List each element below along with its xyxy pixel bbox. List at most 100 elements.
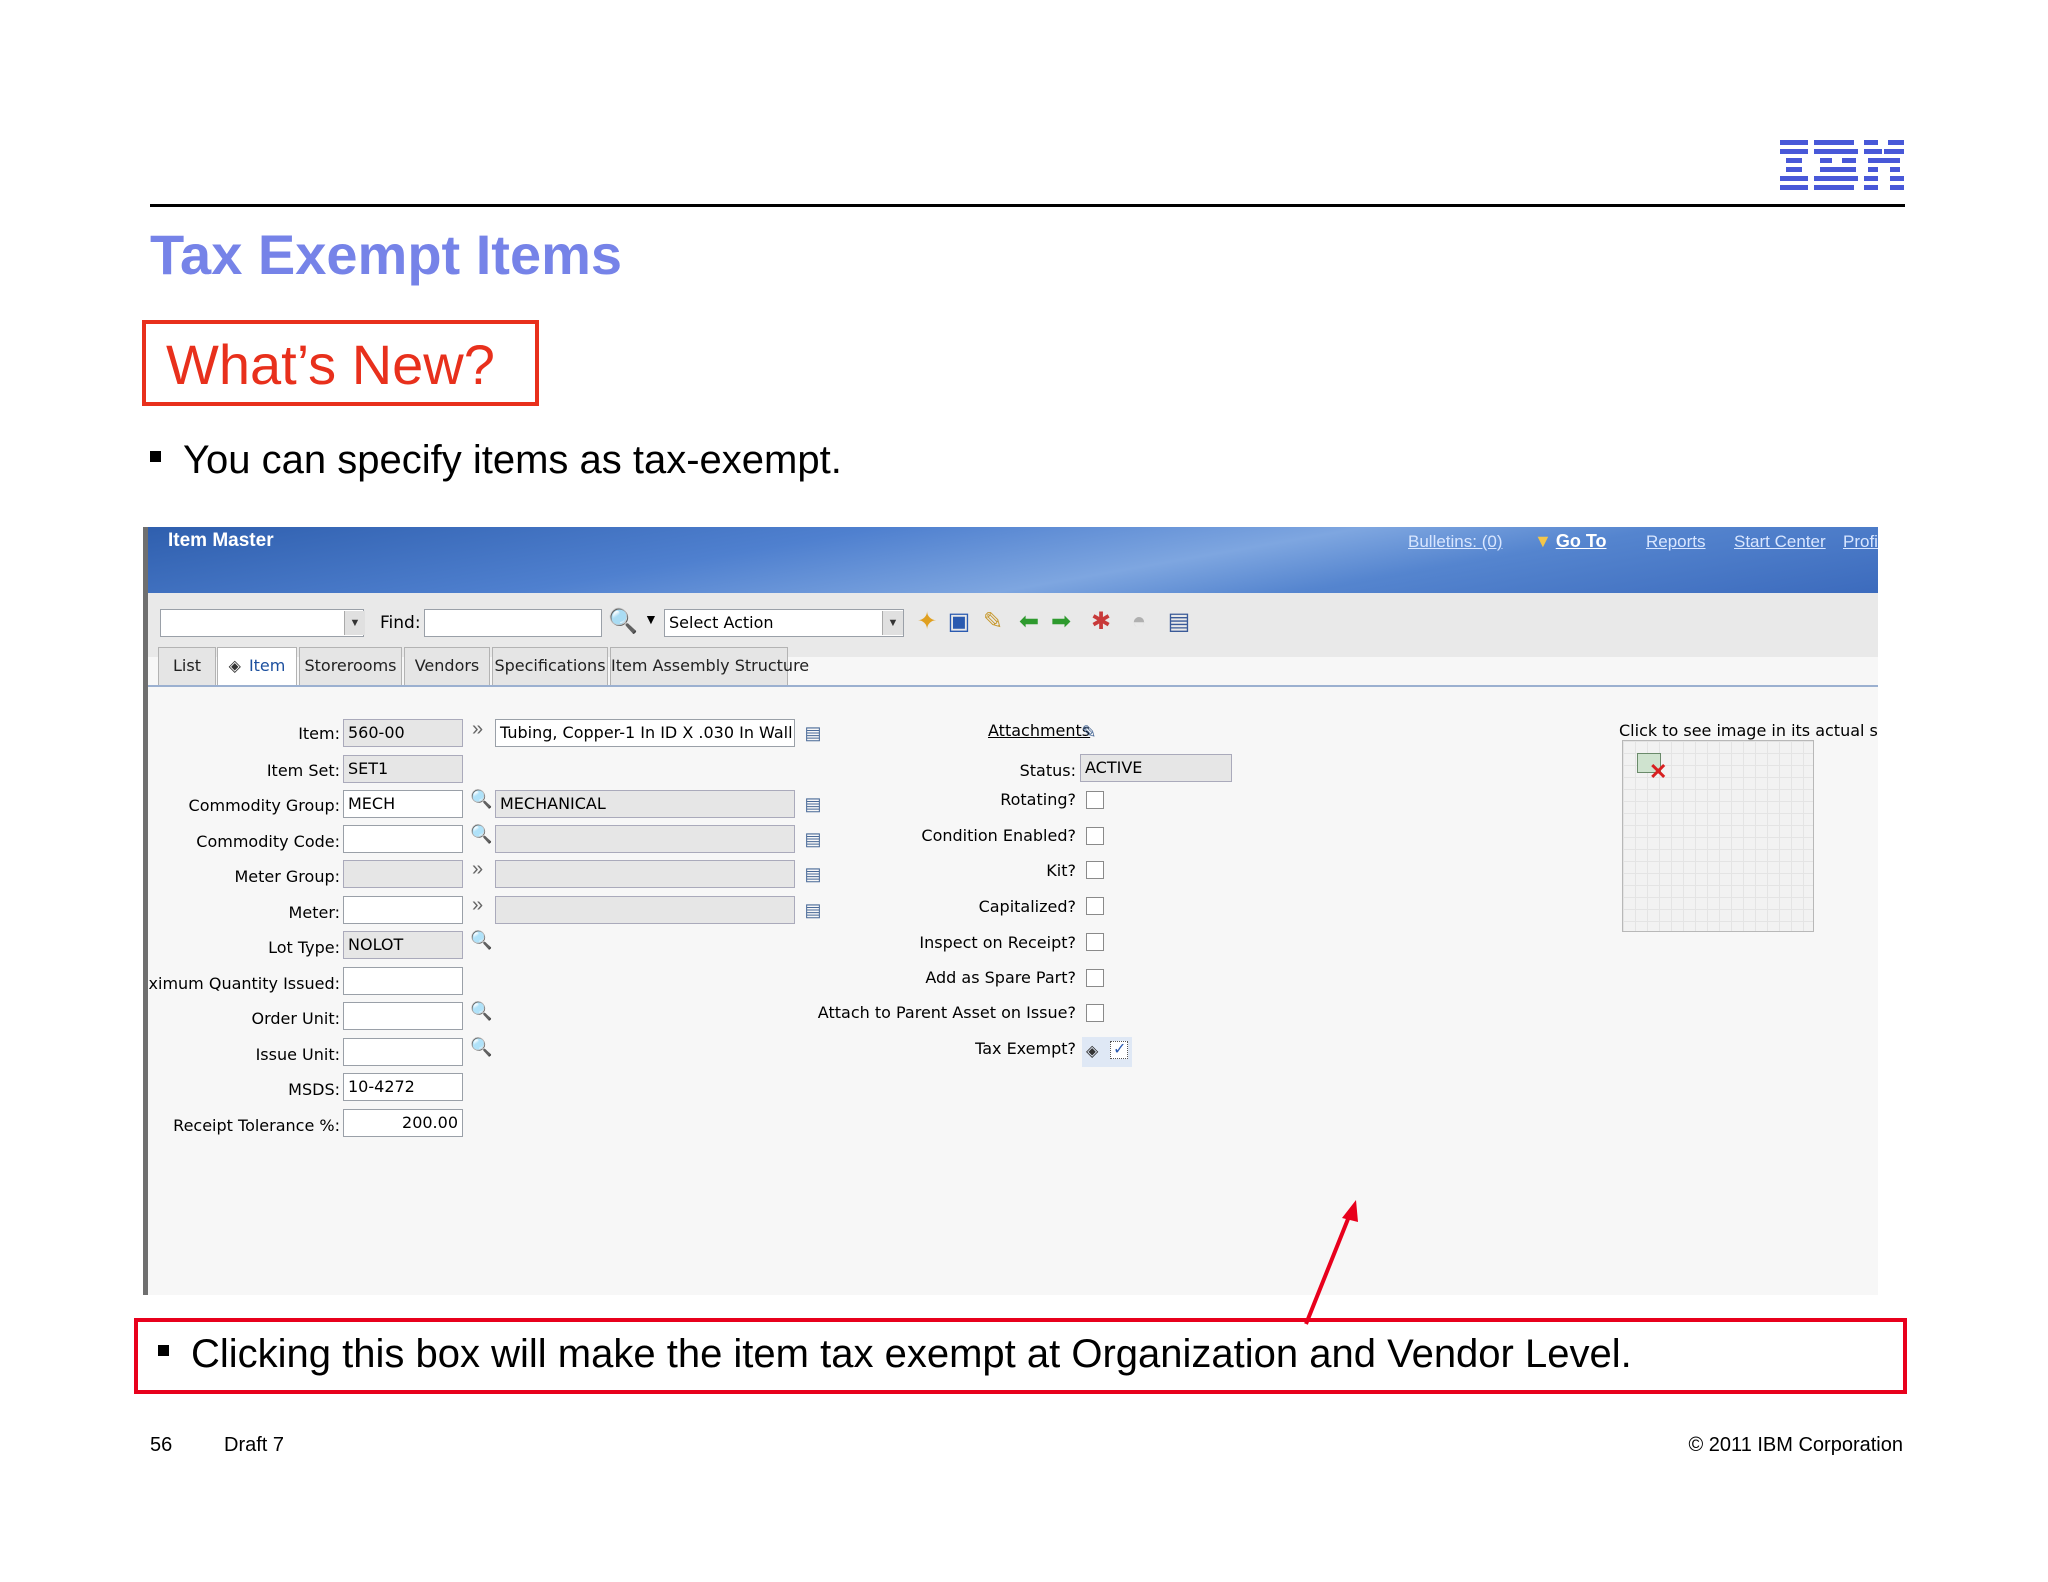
capitalized-checkbox[interactable] [1086, 897, 1104, 915]
tab-specifications[interactable]: Specifications [492, 647, 608, 685]
receipt-tolerance-input[interactable]: 200.00 [343, 1109, 463, 1137]
item-description-input[interactable]: Tubing, Copper-1 In ID X .030 In Wall [495, 719, 795, 747]
find-input[interactable] [424, 609, 602, 637]
detail-menu-icon[interactable]: » [472, 858, 483, 881]
tab-storerooms[interactable]: Storerooms [299, 647, 402, 685]
long-description-icon[interactable]: ▤ [800, 793, 826, 815]
kit-checkbox[interactable] [1086, 861, 1104, 879]
checkmark-icon: ✓ [1113, 1041, 1127, 1058]
chevron-down-icon[interactable]: ▼ [882, 611, 903, 635]
slide-title: Tax Exempt Items [150, 223, 623, 286]
select-action-dropdown[interactable]: Select Action [664, 609, 904, 637]
long-description-icon[interactable]: ▤ [800, 828, 826, 850]
issue-unit-input[interactable] [343, 1038, 463, 1066]
tax-exempt-label: Tax Exempt? [975, 1039, 1076, 1058]
page-number: 56 [150, 1434, 173, 1456]
max-qty-issued-label: Maximum Quantity Issued: [143, 974, 340, 993]
lookup-icon[interactable]: 🔍 [470, 824, 492, 845]
chevron-down-icon: ▼ [1534, 531, 1552, 551]
callout-arrow [1304, 1200, 1358, 1325]
commodity-group-description: MECHANICAL [495, 790, 795, 818]
rotating-checkbox[interactable] [1086, 791, 1104, 809]
condition-enabled-label: Condition Enabled? [921, 826, 1076, 845]
add-as-spare-part-checkbox[interactable] [1086, 969, 1104, 987]
item-label: Item: [298, 724, 340, 743]
bullet-1: You can specify items as tax-exempt. [150, 438, 842, 483]
attachments-link[interactable]: Attachments [988, 721, 1090, 740]
lot-type-label: Lot Type: [268, 938, 340, 957]
kit-label: Kit? [1046, 861, 1076, 880]
search-icon[interactable]: 🔍 [608, 607, 638, 637]
new-record-icon[interactable]: ✦ [912, 607, 942, 637]
next-arrow-icon[interactable]: ➡ [1046, 607, 1076, 637]
route-icon[interactable]: ◓ [1124, 607, 1154, 637]
goto-menu[interactable]: ▼ Go To [1534, 531, 1606, 552]
meter-label: Meter: [288, 903, 340, 922]
item-set-input[interactable]: SET1 [343, 755, 463, 783]
tab-vendors[interactable]: Vendors [404, 647, 490, 685]
attach-to-parent-asset-checkbox[interactable] [1086, 1004, 1104, 1022]
ibm-logo [1780, 140, 1904, 190]
whats-new-box: What’s New? [142, 320, 539, 406]
item-image[interactable]: ✕ [1622, 740, 1814, 932]
inspect-on-receipt-checkbox[interactable] [1086, 933, 1104, 951]
bulletins-link[interactable]: Bulletins: (0) [1408, 532, 1502, 552]
report-icon[interactable]: ▤ [1164, 607, 1194, 637]
tab-list[interactable]: List [158, 647, 216, 685]
detail-menu-icon[interactable]: » [472, 894, 483, 917]
tab-item-assembly-structure[interactable]: Item Assembly Structure [610, 647, 809, 685]
lookup-icon[interactable]: 🔍 [470, 1037, 492, 1058]
lookup-icon[interactable]: 🔍 [470, 789, 492, 810]
tab-item-label: Item [248, 656, 286, 675]
commodity-code-input[interactable] [343, 825, 463, 853]
goto-label: Go To [1555, 531, 1607, 551]
lookup-icon[interactable]: 🔍 [470, 1001, 492, 1022]
msds-label: MSDS: [288, 1080, 340, 1099]
previous-arrow-icon[interactable]: ⬅ [1014, 607, 1044, 637]
tab-item[interactable]: ◈ Item [217, 647, 297, 688]
draft-label: Draft 7 [224, 1434, 285, 1456]
long-description-icon[interactable]: ▤ [800, 722, 826, 744]
item-form: Item: 560-00 » Tubing, Copper-1 In ID X … [148, 687, 1878, 1295]
action-chevron-down-icon[interactable]: ▼ [644, 611, 658, 627]
meter-group-label: Meter Group: [234, 867, 340, 886]
workflow-icon[interactable]: ✱ [1086, 607, 1116, 637]
close-icon: ✕ [1649, 759, 1668, 784]
lookup-icon[interactable]: 🔍 [470, 930, 492, 951]
inspect-on-receipt-label: Inspect on Receipt? [919, 933, 1076, 952]
max-qty-issued-input[interactable] [343, 967, 463, 995]
condition-enabled-checkbox[interactable] [1086, 827, 1104, 845]
rotating-label: Rotating? [1000, 790, 1076, 809]
item-input[interactable]: 560-00 [343, 719, 463, 747]
start-center-link[interactable]: Start Center [1734, 532, 1826, 552]
attach-to-parent-asset-label: Attach to Parent Asset on Issue? [817, 1003, 1076, 1022]
meter-input[interactable] [343, 896, 463, 924]
help-icon: ◈ [228, 656, 241, 675]
msds-input[interactable]: 10-4272 [343, 1073, 463, 1101]
whats-new-heading: What’s New? [166, 333, 495, 396]
order-unit-input[interactable] [343, 1002, 463, 1030]
profile-link[interactable]: Profi [1843, 532, 1878, 552]
reports-link[interactable]: Reports [1646, 532, 1706, 552]
long-description-icon[interactable]: ▤ [800, 863, 826, 885]
status-input[interactable]: ACTIVE [1080, 754, 1232, 782]
lot-type-input[interactable]: NOLOT [343, 931, 463, 959]
save-icon[interactable]: ▣ [944, 607, 974, 637]
issue-unit-label: Issue Unit: [255, 1045, 340, 1064]
chevron-down-icon[interactable]: ▼ [344, 611, 365, 635]
image-caption: Click to see image in its actual size [1619, 721, 1878, 740]
meter-group-input[interactable] [343, 860, 463, 888]
status-label: Status: [1019, 761, 1076, 780]
long-description-icon[interactable]: ▤ [800, 899, 826, 921]
top-rule [150, 204, 1905, 207]
callout-text: Clicking this box will make the item tax… [191, 1332, 1632, 1376]
attachment-icon[interactable]: ✎ [1076, 721, 1102, 743]
clear-icon[interactable]: ✎ [978, 607, 1008, 637]
help-icon[interactable]: ◈ [1086, 1041, 1098, 1061]
tax-exempt-checkbox[interactable]: ✓ [1110, 1041, 1128, 1059]
app-header: Item Master Bulletins: (0) ▼ Go To Report… [148, 527, 1878, 593]
capitalized-label: Capitalized? [978, 897, 1076, 916]
detail-menu-icon[interactable]: » [472, 718, 483, 741]
commodity-group-input[interactable]: MECH [343, 790, 463, 818]
query-select[interactable] [160, 609, 364, 637]
